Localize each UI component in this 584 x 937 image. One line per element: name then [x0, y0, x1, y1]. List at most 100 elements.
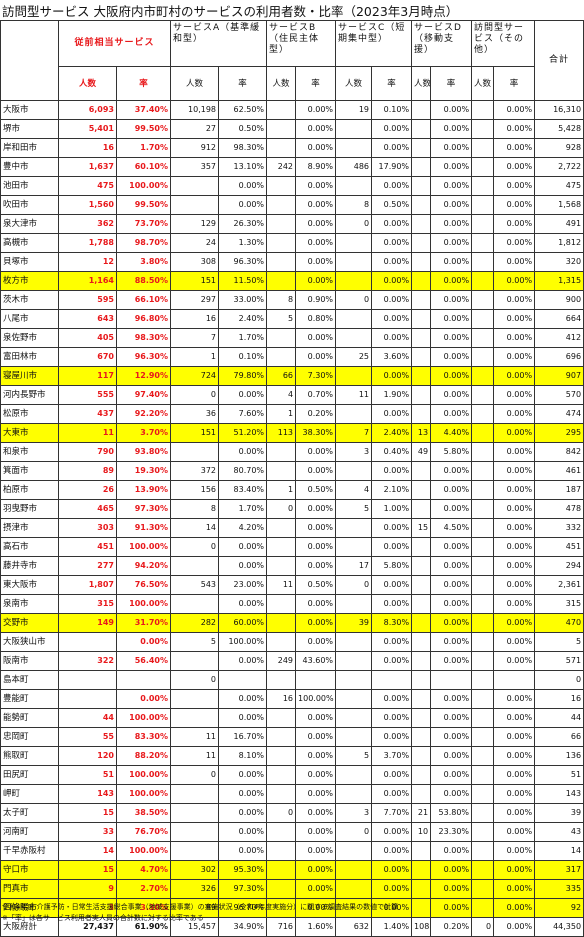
a-rate-cell: 1.70%	[218, 328, 268, 348]
c-rate-cell: 17.90%	[371, 157, 413, 177]
c-count-cell: 5	[335, 499, 373, 519]
other-rate-cell: 0.00%	[493, 632, 536, 652]
total-cell: 332	[534, 518, 584, 538]
c-rate-cell: 2.40%	[371, 423, 413, 443]
c-count-cell	[335, 119, 373, 139]
other-rate-cell: 0.00%	[493, 119, 536, 139]
d-rate-cell: 0.00%	[430, 689, 473, 709]
a-rate-cell	[218, 670, 268, 690]
juzen-count-cell: 405	[58, 328, 117, 348]
juzen-rate-cell: 1.70%	[115, 138, 172, 158]
other-rate-cell	[493, 670, 536, 690]
table-row: 豊中市 1,637 60.10% 357 13.10% 242 8.90% 486 17.90%…	[0, 157, 584, 177]
table-row: 大阪狭山市 0.00% 5 100.00% 0.00% 0.00% 0.00% 0.00% 5	[0, 632, 584, 652]
c-rate-cell: 0.00%	[371, 138, 413, 158]
other-rate-cell: 0.00%	[493, 214, 536, 234]
a-count-cell: 11	[170, 727, 220, 747]
a-rate-cell: 7.60%	[218, 404, 268, 424]
table-row: 泉佐野市 405 98.30% 7 1.70% 0.00% 0.00% 0.00% 0.00% 4…	[0, 328, 584, 348]
d-rate-cell: 0.00%	[430, 404, 473, 424]
d-rate-cell: 0.00%	[430, 461, 473, 481]
other-rate-cell: 0.00%	[493, 841, 536, 861]
other-count-cell	[471, 879, 495, 899]
table-row: 忠岡町 55 83.30% 11 16.70% 0.00% 0.00% 0.00% 0.00% 6…	[0, 727, 584, 747]
juzen-count-cell: 55	[58, 727, 117, 747]
total-cell: 1,812	[534, 233, 584, 253]
b-rate-cell: 0.00%	[295, 233, 337, 253]
juzen-count-cell: 322	[58, 651, 117, 671]
municipality-cell: 守口市	[0, 860, 59, 880]
b-count-cell	[266, 537, 297, 557]
b-count-cell	[266, 822, 297, 842]
other-rate-cell: 0.00%	[493, 138, 536, 158]
b-count-cell	[266, 784, 297, 804]
b-count-cell	[266, 594, 297, 614]
other-rate-cell: 0.00%	[493, 784, 536, 804]
other-count-cell	[471, 480, 495, 500]
juzen-rate-cell: 83.30%	[115, 727, 172, 747]
municipality-cell: 河内長野市	[0, 385, 59, 405]
d-rate-cell: 0.00%	[430, 176, 473, 196]
juzen-rate-cell: 0.00%	[115, 689, 172, 709]
juzen-count-cell: 9	[58, 879, 117, 899]
juzen-count-cell: 362	[58, 214, 117, 234]
header-service-d: サービスD（移動支援）	[411, 20, 473, 67]
header-d-count: 人数	[411, 66, 432, 101]
juzen-rate-cell: 99.50%	[115, 119, 172, 139]
d-rate-cell: 0.00%	[430, 214, 473, 234]
a-count-cell: 156	[170, 480, 220, 500]
juzen-rate-cell: 3.80%	[115, 252, 172, 272]
table-row: 藤井寺市 277 94.20% 0.00% 0.00% 17 5.80% 0.00% 0.00%…	[0, 556, 584, 576]
d-count-cell	[411, 670, 432, 690]
juzen-count-cell	[58, 670, 117, 690]
total-cell: 451	[534, 537, 584, 557]
c-count-cell	[335, 879, 373, 899]
d-rate-cell: 0.00%	[430, 138, 473, 158]
table-row: 岬町 143 100.00% 0.00% 0.00% 0.00% 0.00% 0.00% 143	[0, 784, 584, 804]
municipality-cell: 大阪狭山市	[0, 632, 59, 652]
c-rate-cell: 7.70%	[371, 803, 413, 823]
c-count-cell	[335, 727, 373, 747]
total-cell: 1,315	[534, 271, 584, 291]
other-rate-cell: 0.00%	[493, 366, 536, 386]
d-count-cell	[411, 100, 432, 120]
page: 訪問型サービス 大阪府内市町村のサービスの利用者数・比率（2023年3月時点） …	[0, 0, 584, 937]
a-rate-cell: 23.00%	[218, 575, 268, 595]
d-rate-cell: 53.80%	[430, 803, 473, 823]
a-count-cell: 724	[170, 366, 220, 386]
d-rate-cell: 0.00%	[430, 575, 473, 595]
b-rate-cell: 0.00%	[295, 537, 337, 557]
juzen-rate-cell: 99.50%	[115, 195, 172, 215]
d-count-cell	[411, 233, 432, 253]
table-row: 守口市 15 4.70% 302 95.30% 0.00% 0.00% 0.00% 0.00% 3…	[0, 860, 584, 880]
header-juzen: 従前相当サービス	[57, 20, 172, 67]
other-count-cell	[471, 252, 495, 272]
table-row: 茨木市 595 66.10% 297 33.00% 8 0.90% 0 0.00% 0.00% 0.…	[0, 290, 584, 310]
juzen-rate-cell: 76.50%	[115, 575, 172, 595]
b-count-cell	[266, 347, 297, 367]
municipality-cell: 豊能町	[0, 689, 59, 709]
juzen-rate-cell: 88.20%	[115, 746, 172, 766]
a-rate-cell: 0.00%	[218, 442, 268, 462]
total-cell: 900	[534, 290, 584, 310]
b-count-cell	[266, 708, 297, 728]
a-rate-cell: 33.00%	[218, 290, 268, 310]
b-count-cell	[266, 518, 297, 538]
c-count-cell	[335, 537, 373, 557]
a-count-cell	[170, 442, 220, 462]
other-rate-cell: 0.00%	[493, 271, 536, 291]
d-count-cell	[411, 879, 432, 899]
juzen-rate-cell: 94.20%	[115, 556, 172, 576]
d-count-cell	[411, 290, 432, 310]
d-rate-cell: 0.00%	[430, 366, 473, 386]
b-count-cell	[266, 328, 297, 348]
other-count-cell	[471, 366, 495, 386]
juzen-count-cell: 475	[58, 176, 117, 196]
juzen-rate-cell: 3.70%	[115, 423, 172, 443]
other-rate-cell: 0.00%	[493, 252, 536, 272]
d-rate-cell: 4.40%	[430, 423, 473, 443]
d-rate-cell: 0.00%	[430, 328, 473, 348]
a-count-cell	[170, 803, 220, 823]
d-rate-cell: 0.00%	[430, 309, 473, 329]
municipality-cell: 高槻市	[0, 233, 59, 253]
